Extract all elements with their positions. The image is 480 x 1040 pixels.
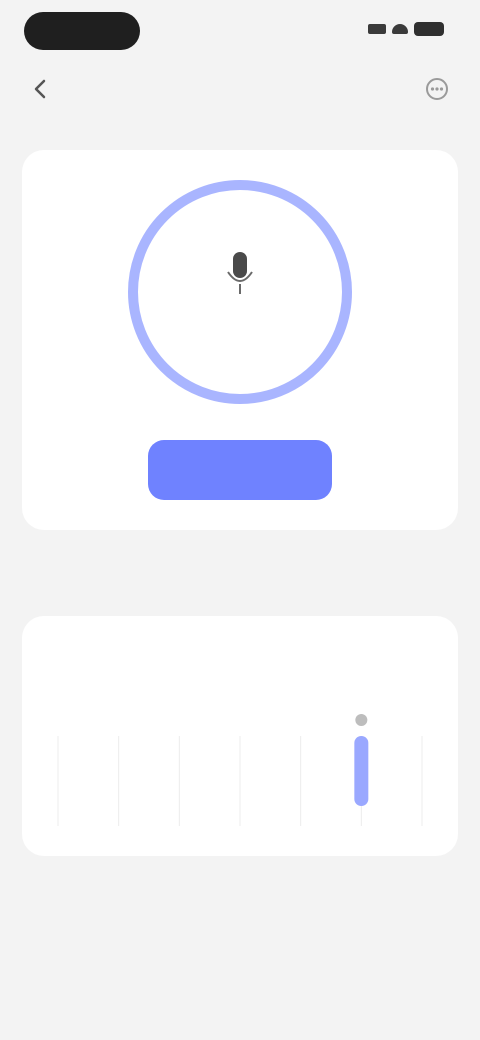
status-bar <box>0 0 480 60</box>
wifi-icon <box>392 24 408 34</box>
top-navigation <box>0 60 480 118</box>
timer-ring <box>128 180 352 404</box>
left-action-button[interactable] <box>52 454 132 488</box>
status-time-pill <box>24 12 140 50</box>
timer-card <box>22 150 458 530</box>
weekly-chart <box>57 714 423 826</box>
more-options-icon[interactable] <box>424 76 450 102</box>
stats-card[interactable] <box>22 616 458 856</box>
status-icons <box>368 22 444 36</box>
microphone-icon <box>227 252 253 294</box>
battery-icon <box>414 22 444 36</box>
signal-icon <box>368 24 386 34</box>
chart-bar <box>354 736 369 806</box>
back-icon[interactable] <box>30 78 52 100</box>
start-button[interactable] <box>148 440 332 500</box>
right-action-button[interactable] <box>348 454 428 488</box>
chart-bar-marker <box>355 714 368 726</box>
